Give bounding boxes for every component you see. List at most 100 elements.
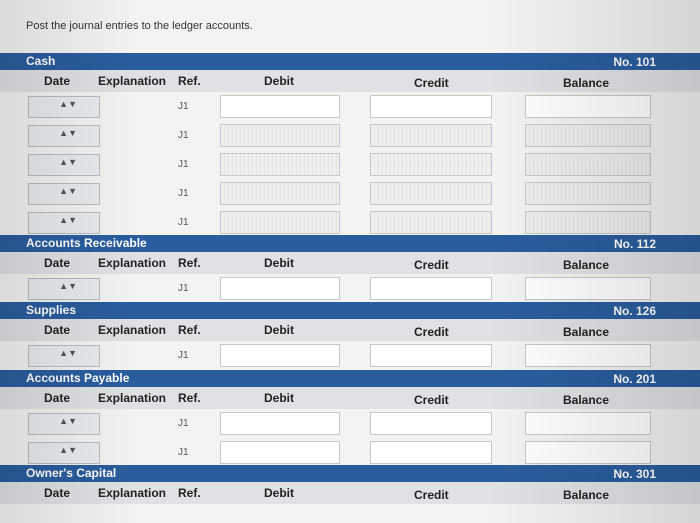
col-balance: Balance	[563, 325, 610, 339]
account-header: Supplies No. 126	[0, 302, 700, 319]
col-debit: Debit	[264, 74, 294, 88]
debit-input[interactable]	[220, 182, 340, 205]
stepper-icon: ▲▼	[59, 157, 77, 167]
account-name: Cash	[26, 54, 56, 68]
page: Post the journal entries to the ledger a…	[0, 0, 700, 523]
balance-input[interactable]	[525, 441, 651, 464]
balance-input[interactable]	[525, 95, 651, 118]
ref-value: J1	[178, 217, 189, 228]
column-headers: Date Explanation Ref. Debit Credit Balance	[0, 319, 700, 341]
balance-input[interactable]	[525, 344, 651, 367]
account-name: Accounts Receivable	[26, 236, 147, 250]
ledger-row: ▲▼ J1	[0, 208, 700, 237]
credit-input[interactable]	[370, 412, 492, 435]
debit-input[interactable]	[220, 277, 340, 300]
date-select[interactable]: ▲▼	[28, 413, 100, 435]
balance-input[interactable]	[525, 153, 651, 176]
account-name: Owner's Capital	[26, 466, 117, 480]
stepper-icon: ▲▼	[59, 186, 77, 196]
account-accounts-receivable: Accounts Receivable No. 112 Date Explanatio…	[0, 235, 700, 303]
date-select[interactable]: ▲▼	[28, 278, 100, 300]
debit-input[interactable]	[220, 95, 340, 118]
col-balance: Balance	[563, 488, 610, 502]
col-explanation: Explanation	[98, 391, 167, 405]
balance-input[interactable]	[525, 182, 651, 205]
col-balance: Balance	[563, 393, 610, 407]
col-explanation: Explanation	[98, 486, 167, 500]
ledger-row: ▲▼ J1	[0, 341, 700, 370]
ref-value: J1	[178, 447, 189, 458]
credit-input[interactable]	[370, 182, 492, 205]
date-select[interactable]: ▲▼	[28, 345, 100, 367]
account-owner-s-capital: Owner's Capital No. 301 Date Explanation Ref…	[0, 465, 700, 504]
date-select[interactable]: ▲▼	[28, 125, 100, 147]
stepper-icon: ▲▼	[59, 348, 77, 358]
ledger-row: ▲▼ J1	[0, 150, 700, 179]
credit-input[interactable]	[370, 124, 492, 147]
account-header: Accounts Payable No. 201	[0, 370, 700, 387]
col-ref: Ref.	[178, 486, 201, 500]
date-select[interactable]: ▲▼	[28, 212, 100, 234]
balance-input[interactable]	[525, 124, 651, 147]
col-date: Date	[44, 256, 71, 270]
account-header: Cash No. 101	[0, 53, 700, 70]
stepper-icon: ▲▼	[59, 128, 77, 138]
date-select[interactable]: ▲▼	[28, 96, 100, 118]
ledger-row: ▲▼ J1	[0, 92, 700, 121]
ledger-row: ▲▼ J1	[0, 409, 700, 438]
debit-input[interactable]	[220, 441, 340, 464]
ledger-row: ▲▼ J1	[0, 121, 700, 150]
stepper-icon: ▲▼	[59, 215, 77, 225]
col-explanation: Explanation	[98, 74, 167, 88]
stepper-icon: ▲▼	[59, 281, 77, 291]
col-ref: Ref.	[178, 391, 201, 405]
credit-input[interactable]	[370, 211, 492, 234]
col-debit: Debit	[264, 323, 294, 337]
col-explanation: Explanation	[98, 323, 167, 337]
date-select[interactable]: ▲▼	[28, 442, 100, 464]
account-number: No. 112	[609, 237, 660, 251]
column-headers: Date Explanation Ref. Debit Credit Balance	[0, 252, 700, 274]
col-debit: Debit	[264, 256, 294, 270]
credit-input[interactable]	[370, 95, 492, 118]
instruction-text: Post the journal entries to the ledger a…	[26, 20, 253, 32]
account-name: Supplies	[26, 303, 77, 317]
ref-value: J1	[178, 350, 189, 361]
col-date: Date	[44, 323, 71, 337]
column-headers: Date Explanation Ref. Debit Credit Balance	[0, 70, 700, 92]
debit-input[interactable]	[220, 211, 340, 234]
date-select[interactable]: ▲▼	[28, 183, 100, 205]
balance-input[interactable]	[525, 412, 651, 435]
col-date: Date	[44, 391, 71, 405]
account-header: Owner's Capital No. 301	[0, 465, 700, 482]
balance-input[interactable]	[525, 277, 651, 300]
col-balance: Balance	[563, 258, 610, 272]
ref-value: J1	[178, 130, 189, 141]
debit-input[interactable]	[220, 153, 340, 176]
account-number: No. 101	[609, 55, 660, 69]
debit-input[interactable]	[220, 124, 340, 147]
credit-input[interactable]	[370, 344, 492, 367]
credit-input[interactable]	[370, 277, 492, 300]
col-ref: Ref.	[178, 256, 201, 270]
ref-value: J1	[178, 418, 189, 429]
column-headers: Date Explanation Ref. Debit Credit Balance	[0, 482, 700, 504]
date-select[interactable]: ▲▼	[28, 154, 100, 176]
account-number: No. 301	[609, 467, 660, 481]
ref-value: J1	[178, 159, 189, 170]
debit-input[interactable]	[220, 344, 340, 367]
stepper-icon: ▲▼	[59, 99, 77, 109]
debit-input[interactable]	[220, 412, 340, 435]
credit-input[interactable]	[370, 441, 492, 464]
stepper-icon: ▲▼	[59, 445, 77, 455]
ref-value: J1	[178, 283, 189, 294]
ref-value: J1	[178, 101, 189, 112]
balance-input[interactable]	[525, 211, 651, 234]
col-debit: Debit	[264, 486, 294, 500]
ledger-row: ▲▼ J1	[0, 438, 700, 467]
credit-input[interactable]	[370, 153, 492, 176]
ref-value: J1	[178, 188, 189, 199]
account-supplies: Supplies No. 126 Date Explanation Ref. Debit C…	[0, 302, 700, 370]
ledger-row: ▲▼ J1	[0, 179, 700, 208]
col-credit: Credit	[414, 258, 449, 272]
